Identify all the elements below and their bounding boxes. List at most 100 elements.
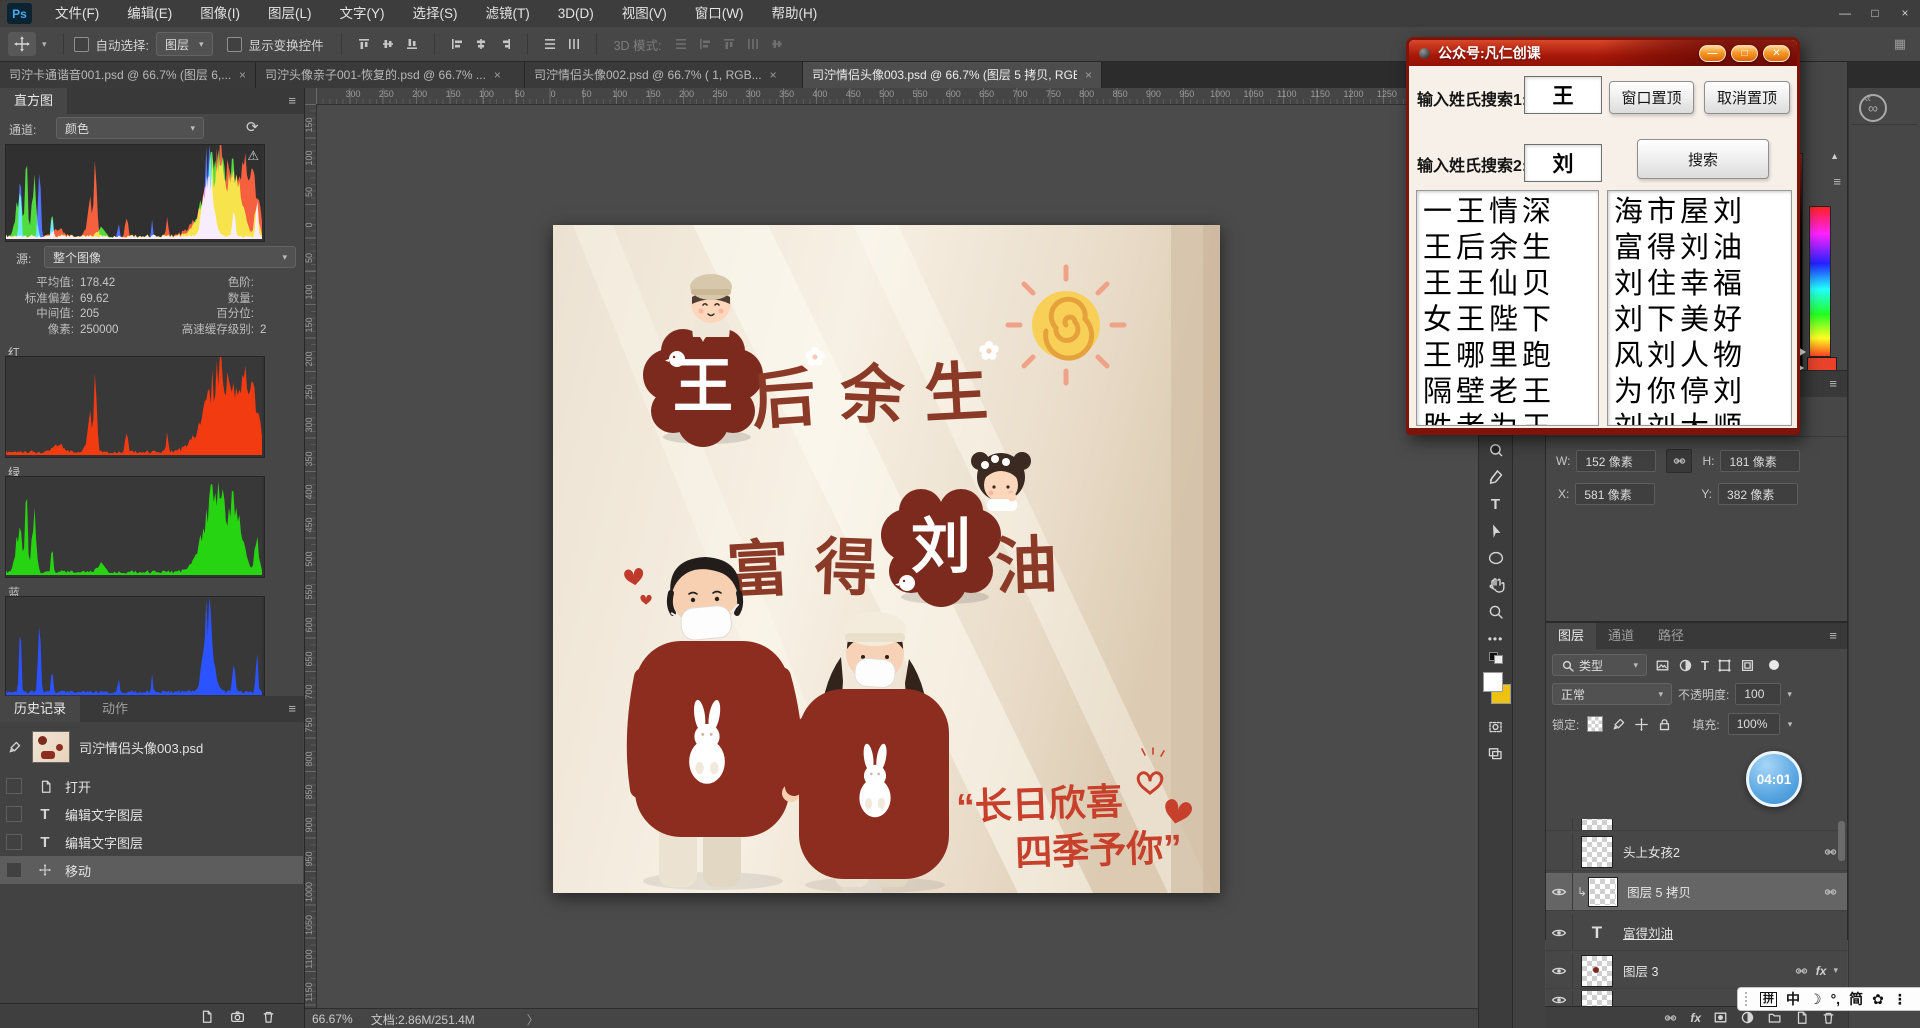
layer-fx-icon[interactable]: fx bbox=[1816, 962, 1827, 980]
history-state-1[interactable]: T 编辑文字图层 bbox=[0, 800, 303, 828]
layer-row-2[interactable]: ↳图层 5 拷贝 bbox=[1546, 873, 1847, 911]
filter-adjustment-layers-icon[interactable] bbox=[1678, 658, 1693, 673]
layer-row-4[interactable]: 图层 3fx▾ bbox=[1546, 953, 1847, 989]
width-field[interactable]: 152 像素 bbox=[1576, 450, 1656, 472]
result-item[interactable]: 王后余生 bbox=[1423, 230, 1598, 266]
layer-visibility-toggle[interactable] bbox=[1546, 953, 1573, 988]
type-tool-icon[interactable]: T bbox=[1479, 491, 1512, 517]
result-item[interactable]: 王王仙贝 bbox=[1423, 266, 1598, 302]
snapshot-thumbnail[interactable] bbox=[32, 731, 70, 763]
menu-item-2[interactable]: 图像(I) bbox=[186, 0, 254, 27]
result-item[interactable]: 风刘人物 bbox=[1614, 338, 1791, 374]
unpin-window-button[interactable]: 取消置顶 bbox=[1704, 81, 1790, 114]
healing-brush-tool-icon[interactable] bbox=[1479, 437, 1512, 463]
result-item[interactable]: 富得刘油 bbox=[1614, 230, 1791, 266]
result-item[interactable]: 为你停刘 bbox=[1614, 374, 1791, 410]
document-tab-2[interactable]: 司泞情侣头像002.psd @ 66.7% ( 1, RGB...× bbox=[525, 61, 803, 88]
results-list-1[interactable]: 一王情深王后余生王王仙贝女王陛下王哪里跑隔壁老王胜者为王 bbox=[1416, 190, 1599, 426]
align-hcenter-icon[interactable] bbox=[472, 35, 490, 53]
result-item[interactable]: 一王情深 bbox=[1423, 194, 1598, 230]
blend-mode-dropdown[interactable]: 正常▾ bbox=[1552, 683, 1672, 705]
show-transform-checkbox[interactable] bbox=[227, 37, 242, 52]
source-dropdown[interactable]: 整个图像▾ bbox=[44, 246, 296, 268]
align-left-icon[interactable] bbox=[448, 35, 466, 53]
panel-menu-icon[interactable]: ≡ bbox=[288, 88, 296, 114]
layer-row-0[interactable] bbox=[1546, 819, 1847, 831]
menu-item-10[interactable]: 帮助(H) bbox=[757, 0, 831, 27]
panel-menu-icon[interactable]: ≡ bbox=[288, 696, 296, 722]
screen-mode-icon[interactable] bbox=[1479, 740, 1512, 766]
history-state-2[interactable]: T 编辑文字图层 bbox=[0, 828, 303, 856]
result-item[interactable]: 女王陛下 bbox=[1423, 302, 1598, 338]
tab-layers[interactable]: 图层 bbox=[1546, 623, 1596, 649]
tab-paths[interactable]: 路径 bbox=[1646, 623, 1696, 649]
channel-dropdown[interactable]: 颜色▾ bbox=[56, 117, 204, 139]
fill-field[interactable]: 100% bbox=[1728, 713, 1780, 735]
layer-name[interactable]: 富得刘油 bbox=[1623, 923, 1673, 942]
dialog-title-bar[interactable]: 公众号:凡仁创课 — □ ✕ bbox=[1409, 40, 1797, 66]
y-field[interactable]: 382 像素 bbox=[1718, 483, 1798, 505]
history-state-3[interactable]: 移动 bbox=[0, 856, 303, 884]
new-document-from-state-icon[interactable] bbox=[199, 1009, 214, 1024]
opacity-field[interactable]: 100 bbox=[1735, 683, 1781, 705]
menu-item-5[interactable]: 选择(S) bbox=[399, 0, 472, 27]
history-checkbox[interactable] bbox=[6, 806, 22, 822]
filter-pixel-layers-icon[interactable] bbox=[1655, 658, 1670, 673]
close-tab-icon[interactable]: × bbox=[494, 68, 501, 82]
align-top-icon[interactable] bbox=[355, 35, 373, 53]
search-button[interactable]: 搜索 bbox=[1637, 139, 1769, 179]
new-snapshot-icon[interactable] bbox=[230, 1009, 245, 1024]
x-field[interactable]: 581 像素 bbox=[1575, 483, 1655, 505]
menu-item-9[interactable]: 窗口(W) bbox=[681, 0, 758, 27]
pin-window-button[interactable]: 窗口置顶 bbox=[1609, 81, 1694, 114]
layer-thumbnail[interactable] bbox=[1581, 819, 1613, 831]
tab-actions[interactable]: 动作 bbox=[88, 696, 142, 722]
menu-item-4[interactable]: 文字(Y) bbox=[326, 0, 399, 27]
hue-spectrum-bar[interactable] bbox=[1809, 206, 1831, 357]
new-layer-icon[interactable] bbox=[1794, 1010, 1809, 1025]
history-checkbox[interactable] bbox=[6, 834, 22, 850]
close-tab-icon[interactable]: × bbox=[770, 68, 777, 82]
refresh-icon[interactable]: ⟳ bbox=[246, 118, 259, 136]
ime-drag-handle[interactable] bbox=[1745, 992, 1751, 1006]
document-tab-0[interactable]: 司泞卡通谐音001.psd @ 66.7% (图层 6,...× bbox=[0, 61, 256, 88]
align-dh-icon[interactable] bbox=[744, 35, 762, 53]
lock-position-icon[interactable] bbox=[1634, 717, 1649, 732]
ime-simplified[interactable]: 简 bbox=[1849, 992, 1863, 1006]
ellipse-tool-icon[interactable] bbox=[1479, 545, 1512, 571]
delete-layer-icon[interactable] bbox=[1821, 1010, 1836, 1025]
layer-style-icon[interactable]: fx bbox=[1690, 1009, 1701, 1027]
layer-visibility-toggle[interactable] bbox=[1546, 991, 1573, 1007]
auto-select-dropdown[interactable]: 图层▾ bbox=[156, 32, 213, 56]
history-snapshot-row[interactable]: 司泞情侣头像003.psd bbox=[0, 726, 303, 768]
auto-select-checkbox[interactable] bbox=[74, 37, 89, 52]
layer-visibility-toggle[interactable] bbox=[1546, 873, 1573, 910]
align-right-icon[interactable] bbox=[496, 35, 514, 53]
layer-filter-dropdown[interactable]: 类型▾ bbox=[1552, 654, 1647, 676]
lock-image-pixels-icon[interactable] bbox=[1611, 717, 1626, 732]
quick-mask-icon[interactable] bbox=[1479, 714, 1512, 740]
layer-thumbnail[interactable] bbox=[1589, 878, 1617, 906]
dialog-maximize-icon[interactable]: □ bbox=[1731, 45, 1758, 62]
filter-shape-layers-icon[interactable] bbox=[1717, 658, 1732, 673]
document-tab-3[interactable]: 司泞情侣头像003.psd @ 66.7% (图层 5 拷贝, RGB/8) *… bbox=[803, 61, 1102, 88]
zoom-tool-icon[interactable] bbox=[1479, 599, 1512, 625]
window-close-icon[interactable]: × bbox=[1890, 0, 1920, 27]
layer-row-1[interactable]: 头上女孩2 bbox=[1546, 833, 1847, 871]
add-mask-icon[interactable] bbox=[1713, 1010, 1728, 1025]
hand-tool-icon[interactable] bbox=[1479, 572, 1512, 598]
result-item[interactable]: 刘下美好 bbox=[1614, 302, 1791, 338]
layer-visibility-toggle[interactable] bbox=[1546, 833, 1573, 870]
dialog-close-icon[interactable]: ✕ bbox=[1763, 45, 1790, 62]
workspace-icon[interactable]: ▦ bbox=[1894, 36, 1906, 52]
panel-menu-icon[interactable]: ≡ bbox=[1819, 623, 1847, 649]
lock-transparent-pixels-icon[interactable] bbox=[1587, 716, 1603, 732]
layer-thumbnail[interactable] bbox=[1581, 955, 1613, 987]
align-vcenter-icon[interactable] bbox=[379, 35, 397, 53]
ime-width-mode[interactable]: ☽ bbox=[1809, 992, 1822, 1006]
tab-history[interactable]: 历史记录 bbox=[0, 696, 80, 722]
menu-item-8[interactable]: 视图(V) bbox=[608, 0, 681, 27]
result-item[interactable]: 胜者为王 bbox=[1423, 410, 1598, 426]
menu-item-3[interactable]: 图层(L) bbox=[254, 0, 326, 27]
window-minimize-icon[interactable]: — bbox=[1830, 0, 1860, 27]
